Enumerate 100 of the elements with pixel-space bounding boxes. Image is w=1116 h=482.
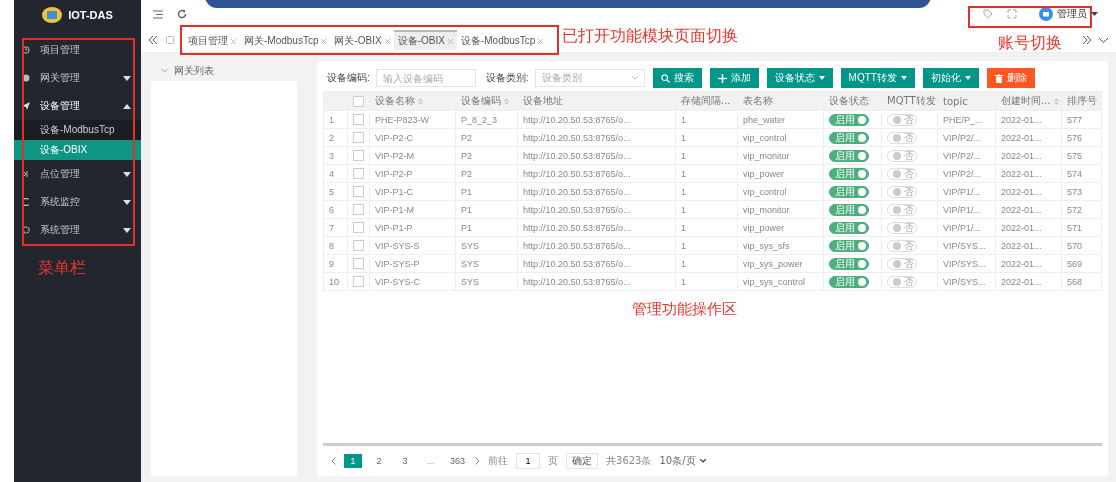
mqtt-switch[interactable]: 否 — [887, 275, 917, 288]
select-all-checkbox[interactable] — [353, 95, 364, 107]
close-icon[interactable] — [447, 38, 453, 44]
tab[interactable]: 网关-ModbusTcp — [240, 30, 331, 50]
row-checkbox[interactable] — [353, 132, 364, 144]
menu-item[interactable]: 网关管理 — [14, 64, 141, 92]
search-button[interactable]: 搜索 — [652, 68, 702, 88]
page-number[interactable]: 1 — [344, 454, 362, 468]
chevron-icon — [161, 69, 168, 73]
menu-item[interactable]: 项目管理 — [14, 36, 141, 64]
tab[interactable]: 设备-ModbusTcp — [456, 30, 548, 50]
status-switch[interactable]: 启用 — [829, 221, 869, 234]
scroll-left-icon[interactable] — [149, 36, 158, 44]
close-icon[interactable] — [384, 38, 390, 44]
select-field[interactable]: 设备类别 — [534, 69, 645, 87]
row-number: 2 — [329, 132, 334, 143]
page-unit: 页 — [548, 454, 559, 468]
submenu-item[interactable]: 设备-OBIX — [14, 140, 141, 160]
status-switch[interactable]: 启用 — [829, 185, 869, 198]
row-checkbox[interactable] — [353, 222, 364, 234]
previous-page-icon[interactable] — [331, 457, 336, 465]
next-page-icon[interactable] — [475, 457, 481, 465]
sort-icon[interactable] — [1053, 97, 1059, 105]
annotation-label: 管理功能操作区 — [632, 300, 737, 319]
status-switch[interactable]: 启用 — [829, 167, 869, 180]
column-header: 设备地址 — [523, 94, 563, 108]
tab[interactable]: 网关-OBIX — [330, 30, 394, 50]
status-switch[interactable]: 启用 — [829, 257, 869, 270]
scrollbar[interactable] — [323, 443, 1102, 446]
account-menu[interactable]: 管理员 — [1039, 7, 1098, 21]
close-icon[interactable] — [231, 38, 236, 44]
menu-item[interactable]: 设备管理 — [14, 92, 141, 120]
row-number: 1 — [329, 114, 334, 125]
row-number: 9 — [329, 258, 334, 269]
status-switch[interactable]: 启用 — [829, 113, 869, 126]
dropdown-button[interactable]: 初始化 — [922, 68, 979, 88]
status-switch[interactable]: 启用 — [829, 275, 869, 288]
mqtt-switch[interactable]: 否 — [887, 185, 917, 198]
dropdown-button[interactable]: MQTT转发 — [840, 68, 915, 88]
row-checkbox[interactable] — [353, 114, 364, 126]
menu-item[interactable]: 系统管理 — [14, 216, 141, 244]
column-header: 设备状态 — [829, 94, 869, 108]
logo-icon — [42, 7, 63, 23]
mqtt-switch[interactable]: 否 — [887, 239, 917, 252]
more-pages[interactable]: ... — [422, 454, 440, 468]
table-cell: VIP-SYS-S — [375, 240, 420, 251]
row-checkbox[interactable] — [353, 168, 364, 180]
fullscreen-icon[interactable] — [1007, 9, 1017, 19]
mqtt-switch[interactable]: 否 — [887, 131, 917, 144]
row-number: 5 — [329, 186, 334, 197]
home-icon[interactable] — [166, 36, 174, 44]
row-checkbox[interactable] — [353, 204, 364, 216]
row-checkbox[interactable] — [353, 186, 364, 198]
menu-item[interactable]: 点位管理 — [14, 160, 141, 188]
refresh-icon[interactable] — [177, 9, 187, 19]
tab[interactable]: 项目管理 — [184, 30, 240, 50]
close-icon[interactable] — [538, 38, 544, 44]
mqtt-switch[interactable]: 否 — [887, 221, 917, 234]
tag-icon[interactable] — [983, 9, 993, 19]
scroll-right-icon[interactable] — [1082, 36, 1091, 44]
chevron-down-icon[interactable] — [1099, 37, 1108, 43]
status-switch[interactable]: 启用 — [829, 149, 869, 162]
close-icon[interactable] — [321, 38, 327, 44]
confirm-button[interactable]: 确定 — [566, 453, 599, 469]
tree-node[interactable]: 网关列表 — [151, 61, 297, 81]
menu-icon[interactable] — [153, 9, 163, 19]
mqtt-switch[interactable]: 否 — [887, 149, 917, 162]
status-switch[interactable]: 启用 — [829, 203, 869, 216]
row-checkbox[interactable] — [353, 240, 364, 252]
sort-icon[interactable] — [418, 97, 423, 105]
page-number[interactable]: 3 — [396, 454, 414, 468]
status-switch[interactable]: 启用 — [829, 239, 869, 252]
table-cell: P1 — [461, 186, 472, 197]
status-switch[interactable]: 启用 — [829, 131, 869, 144]
page-size-select[interactable]: 10条/页 — [659, 454, 706, 468]
menu-item[interactable]: 系统监控 — [14, 188, 141, 216]
caret-icon — [900, 76, 907, 80]
table-cell: VIP-P1-M — [375, 204, 414, 215]
mqtt-switch[interactable]: 否 — [887, 167, 917, 180]
page-input[interactable]: 1 — [516, 453, 541, 469]
page-number[interactable]: 2 — [370, 454, 388, 468]
submenu-item[interactable]: 设备-ModbusTcp — [14, 120, 141, 140]
tab[interactable]: 设备-OBIX — [393, 30, 457, 50]
table-cell: http://10.20.50.53:8765/o... — [523, 222, 631, 233]
table-cell: 1 — [681, 204, 686, 215]
row-checkbox[interactable] — [353, 276, 364, 288]
add-button[interactable]: 添加 — [709, 68, 759, 88]
sort-icon[interactable] — [504, 97, 509, 105]
table-cell: vip_control — [743, 132, 787, 143]
input-field[interactable]: 输入设备编码 — [375, 69, 476, 87]
delete-button[interactable]: 删除 — [986, 68, 1035, 88]
table-cell: 1 — [681, 114, 686, 125]
row-checkbox[interactable] — [353, 150, 364, 162]
row-checkbox[interactable] — [353, 258, 364, 270]
table-cell: vip_power — [743, 222, 785, 233]
page-number[interactable]: 363 — [448, 454, 468, 468]
dropdown-button[interactable]: 设备状态 — [766, 68, 833, 88]
mqtt-switch[interactable]: 否 — [887, 203, 917, 216]
mqtt-switch[interactable]: 否 — [887, 113, 917, 126]
mqtt-switch[interactable]: 否 — [887, 257, 917, 270]
